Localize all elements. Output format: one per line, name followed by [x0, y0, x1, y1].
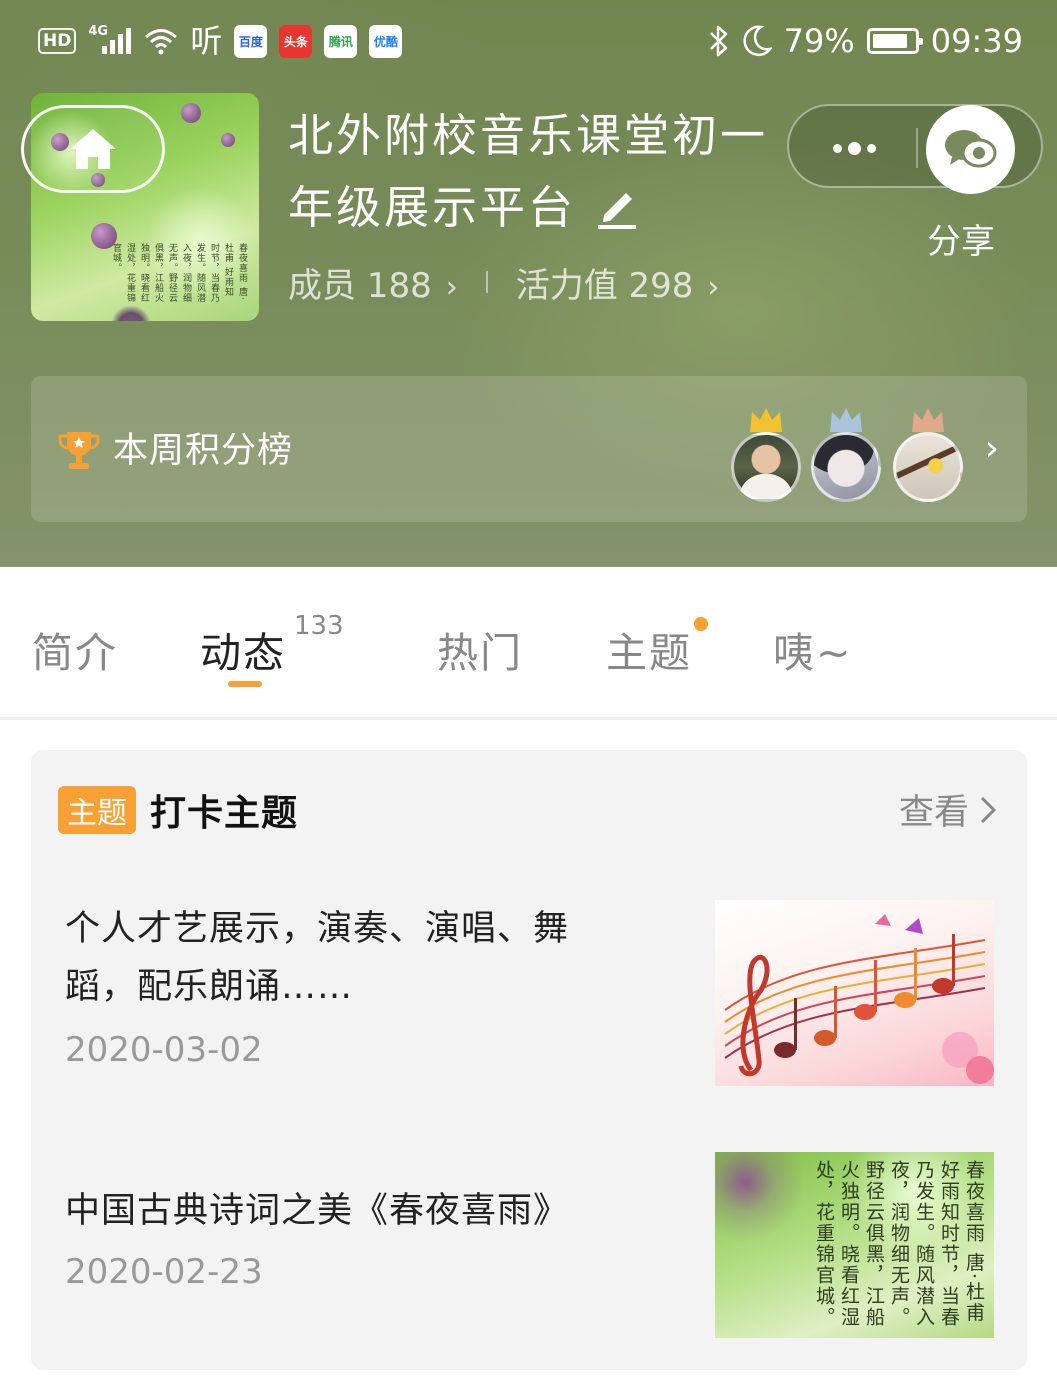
- chevron-right-icon: ›: [984, 428, 999, 469]
- cover-poem-text: 春夜喜雨 唐·杜甫 好雨知时节，当春乃发生。随风潜入夜，润物细无声。野径云俱黑，…: [111, 243, 247, 303]
- tab-topics[interactable]: 主题: [606, 617, 708, 679]
- chevron-right-icon: ›: [707, 269, 720, 305]
- bluetooth-icon: [709, 25, 727, 57]
- wechat-share-icon: [944, 129, 996, 167]
- topic-badge: 主题: [58, 786, 136, 834]
- cellular-signal-icon: 4G: [88, 24, 132, 58]
- rank-2-avatar[interactable]: [811, 406, 881, 502]
- gold-crown-icon: [750, 408, 782, 432]
- topic-item-thumbnail: 春夜喜雨 唐·杜甫 好雨知时节，当春乃发生。随风潜入夜，润物细无声。野径云俱黑，…: [715, 1152, 994, 1338]
- moon-icon: [743, 25, 772, 56]
- group-header: HD 4G 听 百度 头条 腾讯 优酷 79% 09:39 春夜喜雨 唐·杜甫 …: [0, 0, 1057, 567]
- more-options-button[interactable]: [819, 130, 889, 166]
- feed-count: 133: [294, 611, 344, 641]
- activity-link[interactable]: 活力值 298 ›: [516, 258, 720, 307]
- share-button[interactable]: [926, 105, 1015, 194]
- tab-bar: 简介 动态 133 热门 主题 咦~: [0, 567, 1057, 720]
- stats-divider: [485, 271, 488, 293]
- bronze-crown-icon: [912, 408, 944, 432]
- avatar: [731, 432, 801, 502]
- ting-icon: 听: [190, 22, 223, 60]
- group-title: 北外附校音乐课堂初一 年级展示平台: [288, 100, 788, 244]
- group-title-line2: 年级展示平台: [288, 181, 577, 234]
- tab-feed[interactable]: 动态 133: [200, 611, 344, 679]
- topic-item-date: 2020-02-23: [65, 1252, 263, 1292]
- topic-item-title: 中国古典诗词之美《春夜喜雨》: [65, 1191, 570, 1231]
- clock: 09:39: [930, 22, 1023, 60]
- members-link[interactable]: 成员 188 ›: [288, 258, 458, 307]
- youku-app-icon: 优酷: [369, 24, 403, 58]
- trophy-icon: [58, 432, 100, 469]
- chevron-right-icon: ›: [445, 269, 458, 305]
- avatar: [893, 432, 963, 502]
- status-bar: HD 4G 听 百度 头条 腾讯 优酷 79% 09:39: [0, 0, 1057, 82]
- topic-item-date: 2020-03-02: [65, 1030, 263, 1070]
- rank-1-avatar[interactable]: [731, 406, 801, 502]
- topic-card-heading: 打卡主题: [150, 793, 299, 834]
- avatar: [811, 432, 881, 502]
- wifi-icon: [145, 29, 178, 55]
- chevron-right-icon: [980, 796, 997, 823]
- view-all-link[interactable]: 查看: [899, 784, 997, 835]
- edit-icon[interactable]: [594, 185, 640, 231]
- hd-badge: HD: [38, 28, 77, 54]
- home-icon: [70, 129, 116, 169]
- weekly-ranking-bar[interactable]: 本周积分榜 ›: [31, 376, 1027, 522]
- tab-hot[interactable]: 热门: [437, 619, 523, 679]
- share-label: 分享: [927, 222, 995, 262]
- tab-intro[interactable]: 简介: [32, 619, 118, 679]
- new-indicator-dot: [694, 617, 708, 631]
- active-tab-indicator: [228, 681, 262, 687]
- topic-card: 主题 打卡主题 查看 个人才艺展示，演奏、演唱、舞 蹈，配乐朗诵…… 2020-…: [31, 750, 1027, 1370]
- weekly-ranking-label: 本周积分榜: [113, 431, 294, 471]
- home-button[interactable]: [21, 105, 165, 193]
- thumbnail-poem-text: 春夜喜雨 唐·杜甫 好雨知时节，当春乃发生。随风潜入夜，润物细无声。野径云俱黑，…: [813, 1160, 985, 1328]
- tencent-video-app-icon: 腾讯: [324, 24, 358, 58]
- tab-misc[interactable]: 咦~: [773, 619, 852, 679]
- silver-crown-icon: [830, 408, 862, 432]
- topic-item-thumbnail: [715, 900, 994, 1086]
- battery-percent: 79%: [783, 22, 855, 60]
- battery-icon: [866, 28, 923, 54]
- topic-item-title: 个人才艺展示，演奏、演唱、舞 蹈，配乐朗诵……: [65, 909, 570, 1007]
- rank-3-avatar[interactable]: [893, 406, 963, 502]
- group-title-line1: 北外附校音乐课堂初一: [288, 109, 769, 162]
- group-stats: 成员 188 › 活力值 298 ›: [288, 256, 719, 308]
- baidu-app-icon: 百度: [234, 24, 268, 58]
- toutiao-app-icon: 头条: [279, 24, 313, 58]
- music-notes-image: [724, 914, 994, 1084]
